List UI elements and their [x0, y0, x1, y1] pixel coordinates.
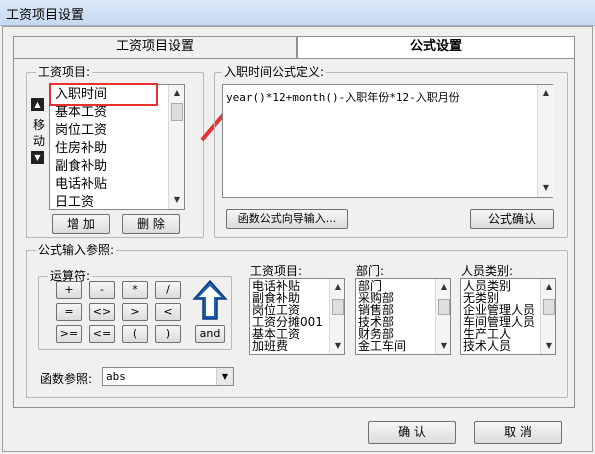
scroll-up-icon[interactable]: ▲	[170, 86, 184, 100]
operator-divide-button[interactable]: /	[155, 281, 181, 299]
scroll-down-icon[interactable]: ▼	[542, 339, 555, 353]
operator-close-paren-button[interactable]: )	[155, 325, 181, 343]
list-item[interactable]: 副食补助	[51, 158, 172, 175]
ref-items-list[interactable]: 电话补贴 副食补助 岗位工资 工资分摊001 基本工资 加班费 ▲ ▼	[249, 278, 345, 355]
operator-greater-button[interactable]: >	[122, 303, 148, 321]
scroll-down-icon[interactable]: ▼	[331, 339, 344, 353]
scrollbar[interactable]: ▲ ▼	[540, 279, 555, 354]
operator-less-button[interactable]: <	[155, 303, 181, 321]
scroll-up-icon[interactable]: ▲	[437, 280, 450, 294]
operator-minus-button[interactable]: -	[89, 281, 115, 299]
function-wizard-button[interactable]: 函数公式向导输入...	[226, 209, 348, 229]
ref-dept-list[interactable]: 部门 采购部 销售部 技术部 财务部 金工车间 ▲ ▼	[355, 278, 451, 355]
move-label-2: 动	[33, 134, 46, 148]
list-item[interactable]: 电话补贴	[51, 176, 172, 193]
scroll-down-icon[interactable]: ▼	[170, 193, 184, 207]
move-down-icon[interactable]: ▼	[31, 151, 44, 164]
chevron-down-icon[interactable]: ▼	[216, 368, 233, 385]
list-item[interactable]: 基本工资	[51, 104, 172, 121]
function-ref-select[interactable]: abs ▼	[102, 367, 234, 386]
ok-button[interactable]: 确 认	[368, 421, 456, 444]
tab-salary-items[interactable]: 工资项目设置	[13, 36, 297, 58]
function-ref-value: abs	[106, 370, 126, 383]
list-item[interactable]: 住房补助	[51, 140, 172, 157]
operator-multiply-button[interactable]: *	[122, 281, 148, 299]
operator-and-button[interactable]: and	[195, 325, 225, 343]
move-label-1: 移	[33, 118, 46, 132]
list-item[interactable]: 日工资	[51, 194, 172, 209]
function-ref-label: 函数参照:	[40, 372, 93, 386]
ref-dept-label: 部门:	[356, 264, 385, 278]
move-up-icon[interactable]: ▲	[31, 98, 44, 111]
scroll-up-icon[interactable]: ▲	[539, 86, 553, 100]
tab-formula-settings[interactable]: 公式设置	[297, 36, 575, 58]
operator-greater-equal-button[interactable]: >=	[56, 325, 82, 343]
ref-person-label: 人员类别:	[461, 264, 514, 278]
ref-person-list[interactable]: 人员类别 无类别 企业管理人员 车间管理人员 生产工人 技术人员 ▲ ▼	[460, 278, 556, 355]
formula-editor[interactable]: year()*12+month()-入职年份*12-入职月份 ▲ ▼	[222, 84, 554, 198]
formula-input-label: 公式输入参照:	[36, 243, 117, 257]
scroll-thumb[interactable]	[438, 299, 450, 315]
formula-label: 入职时间公式定义:	[222, 65, 327, 79]
salary-items-label: 工资项目:	[36, 65, 93, 79]
list-item[interactable]: 技术人员	[463, 340, 511, 353]
scroll-down-icon[interactable]: ▼	[437, 339, 450, 353]
formula-confirm-button[interactable]: 公式确认	[470, 209, 554, 229]
scroll-up-icon[interactable]: ▲	[542, 280, 555, 294]
formula-scrollbar[interactable]: ▲ ▼	[537, 85, 554, 197]
salary-list-scrollbar[interactable]: ▲ ▼	[168, 85, 184, 209]
insert-up-arrow-icon[interactable]	[192, 279, 228, 321]
scroll-thumb[interactable]	[171, 103, 183, 121]
cancel-button[interactable]: 取 消	[474, 421, 562, 444]
list-item[interactable]: 金工车间	[358, 340, 406, 353]
scrollbar[interactable]: ▲ ▼	[329, 279, 344, 354]
formula-text[interactable]: year()*12+month()-入职年份*12-入职月份	[226, 89, 460, 105]
title-bar: 工资项目设置	[0, 0, 595, 26]
add-button[interactable]: 增 加	[52, 214, 110, 234]
ref-items-label: 工资项目:	[250, 264, 303, 278]
operator-not-equal-button[interactable]: <>	[89, 303, 115, 321]
scroll-up-icon[interactable]: ▲	[331, 280, 344, 294]
window-title: 工资项目设置	[6, 8, 85, 23]
selected-item-highlight	[49, 83, 158, 106]
operator-equal-button[interactable]: =	[56, 303, 82, 321]
operator-less-equal-button[interactable]: <=	[89, 325, 115, 343]
scroll-thumb[interactable]	[332, 299, 344, 315]
list-item[interactable]: 加班费	[252, 340, 288, 353]
operator-open-paren-button[interactable]: (	[122, 325, 148, 343]
scrollbar[interactable]: ▲ ▼	[435, 279, 450, 354]
list-item[interactable]: 岗位工资	[51, 122, 172, 139]
scroll-down-icon[interactable]: ▼	[539, 181, 553, 195]
delete-button[interactable]: 删 除	[122, 214, 180, 234]
scroll-thumb[interactable]	[543, 299, 555, 315]
operator-plus-button[interactable]: +	[56, 281, 82, 299]
